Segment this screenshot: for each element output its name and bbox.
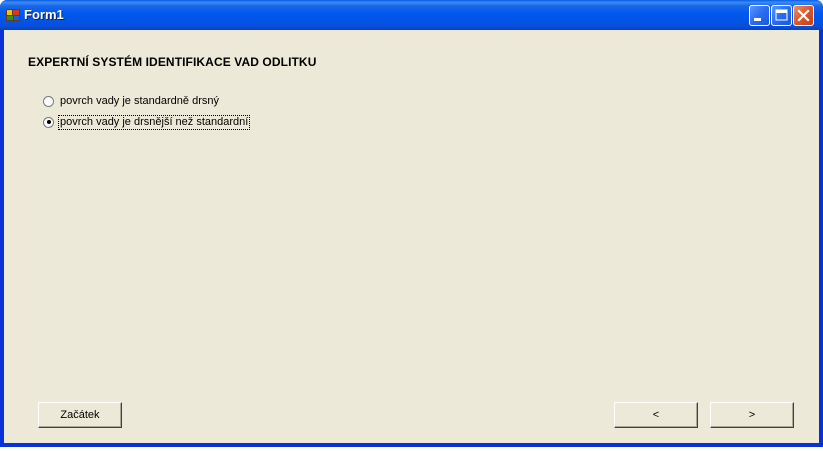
radio-option-rougher-than-standard[interactable]: povrch vady je drsnější než standardní xyxy=(43,114,251,130)
minimize-button[interactable] xyxy=(749,5,770,26)
form1-window: Form1 EXPERTNÍ SYSTÉM IDENTIFIKACE VAD O… xyxy=(0,0,823,447)
radio-button-selected[interactable] xyxy=(43,116,54,128)
next-button[interactable]: > xyxy=(710,402,794,428)
radio-option-label[interactable]: povrch vady je standardně drsný xyxy=(59,95,220,108)
close-icon xyxy=(797,9,810,22)
window-title: Form1 xyxy=(24,7,64,22)
radio-selected-dot xyxy=(46,120,51,124)
form-client-area: EXPERTNÍ SYSTÉM IDENTIFIKACE VAD ODLITKU… xyxy=(4,30,819,443)
desktop-strip xyxy=(0,447,823,451)
minimize-icon xyxy=(754,18,761,21)
start-button[interactable]: Začátek xyxy=(38,402,122,428)
radio-button-unselected[interactable] xyxy=(43,95,54,107)
app-form-icon[interactable] xyxy=(5,7,21,23)
close-button[interactable] xyxy=(793,5,814,26)
page-title: EXPERTNÍ SYSTÉM IDENTIFIKACE VAD ODLITKU xyxy=(28,55,317,69)
radio-option-standard-rough[interactable]: povrch vady je standardně drsný xyxy=(43,93,220,109)
radio-option-label[interactable]: povrch vady je drsnější než standardní xyxy=(57,114,251,130)
title-bar[interactable]: Form1 xyxy=(0,0,823,30)
previous-button[interactable]: < xyxy=(614,402,698,428)
maximize-icon xyxy=(775,9,788,21)
maximize-button[interactable] xyxy=(771,5,792,26)
